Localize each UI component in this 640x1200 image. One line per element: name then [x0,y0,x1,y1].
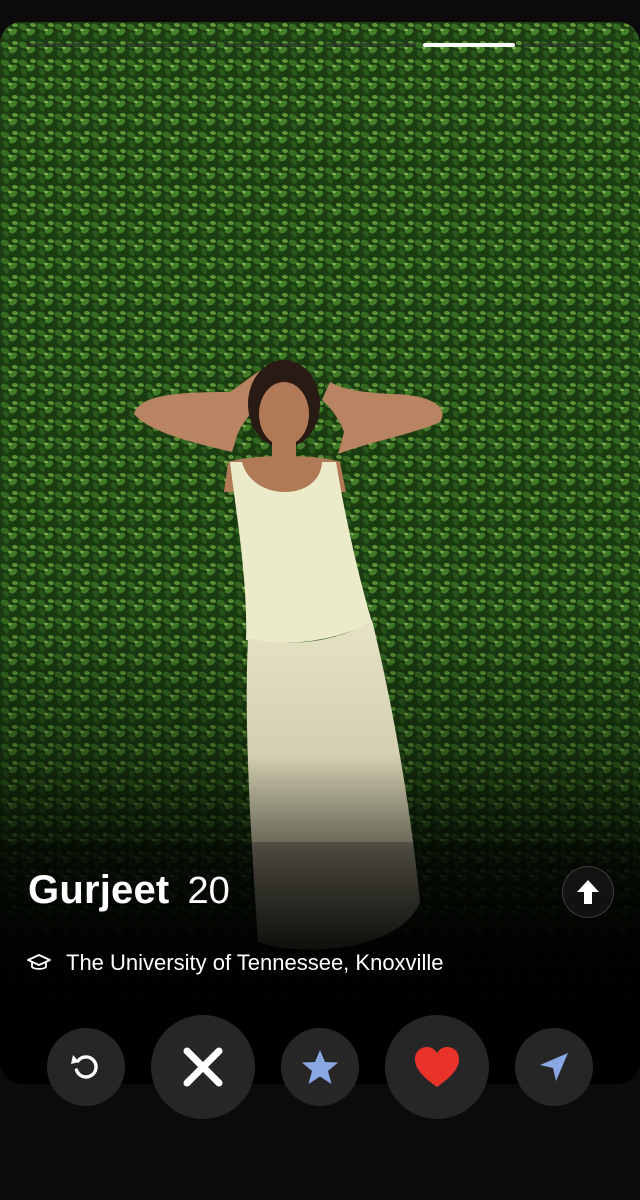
photo-progress-segment-active[interactable] [422,43,515,47]
school-name: The University of Tennessee, Knoxville [66,950,444,975]
graduation-cap-icon [27,954,51,970]
photo-progress [26,43,615,47]
close-icon [183,1047,223,1087]
nope-button[interactable] [151,1015,255,1119]
profile-name: Gurjeet [28,868,170,912]
profile-age: 20 [187,870,230,912]
profile-name-row: Gurjeet 20 [28,868,230,913]
super-like-button[interactable] [281,1028,359,1106]
rewind-button[interactable] [47,1028,125,1106]
photo-progress-segment[interactable] [323,43,416,47]
photo-progress-segment[interactable] [26,43,119,47]
action-bar [0,1014,640,1120]
rewind-icon [71,1055,98,1079]
profile-screen: Gurjeet 20 The University of Tennessee, … [0,0,640,1200]
photo-progress-segment[interactable] [521,43,615,47]
send-icon [540,1053,568,1081]
boost-button[interactable] [515,1028,593,1106]
photo-progress-segment[interactable] [125,43,218,47]
photo-progress-segment[interactable] [224,43,317,47]
profile-card[interactable] [0,22,640,1084]
like-button[interactable] [385,1015,489,1119]
star-icon [302,1050,338,1084]
arrow-up-icon [577,880,599,904]
school-row: The University of Tennessee, Knoxville [26,950,443,976]
heart-icon [415,1047,459,1087]
open-profile-button[interactable] [562,866,614,918]
